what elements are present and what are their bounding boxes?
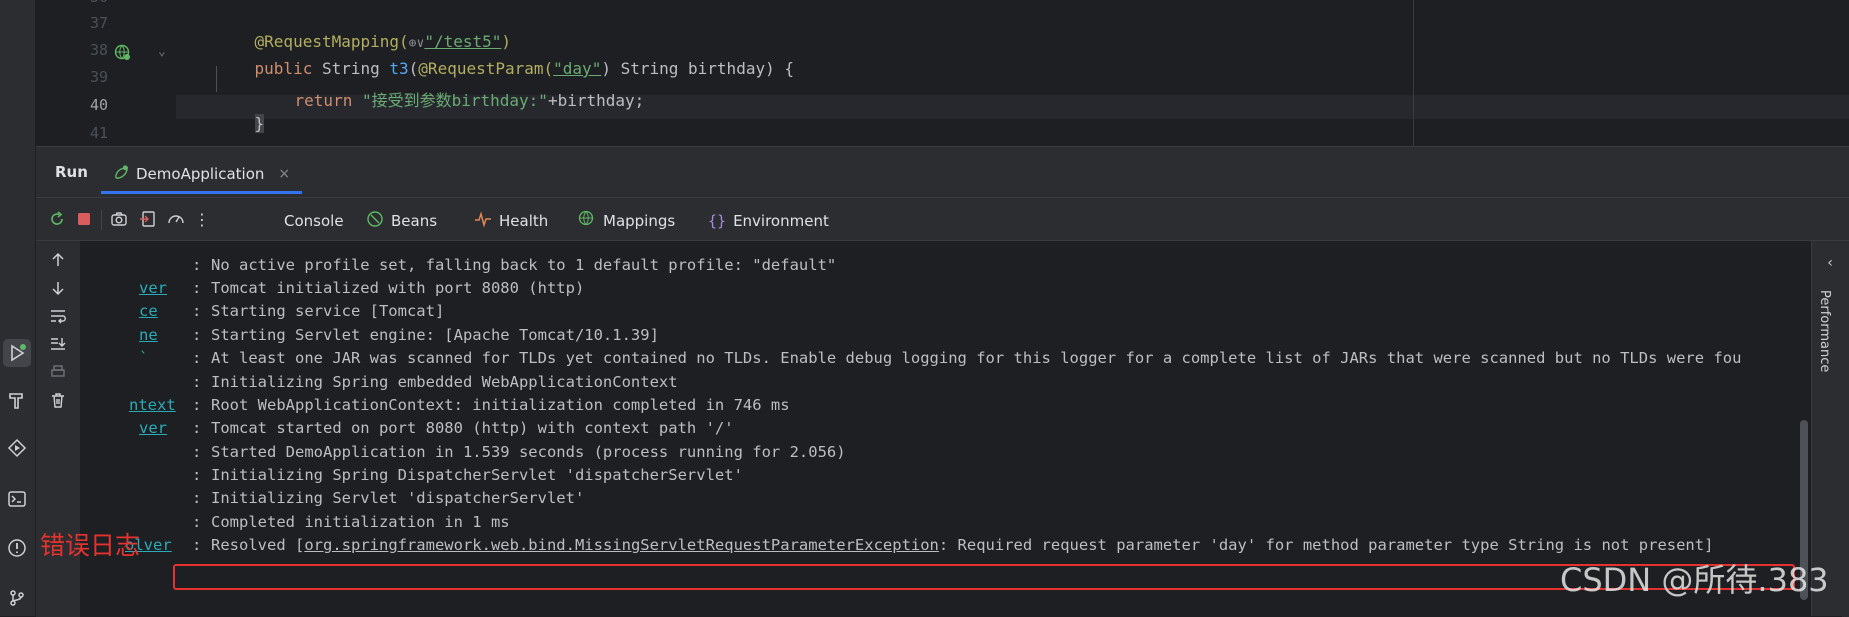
line-number: 41	[90, 124, 109, 142]
run-tool-icon[interactable]	[3, 339, 31, 367]
more-options-icon[interactable]: ⋮	[191, 208, 213, 230]
gauge-icon[interactable]	[165, 208, 187, 230]
line-number: 39	[90, 68, 109, 86]
line-number-36: 36	[90, 0, 140, 6]
run-toolbar: ⋮ Console Beans Health Mappings {} Envir…	[36, 198, 1849, 241]
log-line: ce: Starting service [Tomcat]	[139, 302, 445, 320]
watermark: CSDN @所待.383	[1560, 561, 1829, 599]
tab-mappings[interactable]: Mappings	[578, 210, 675, 232]
right-margin-guide	[1413, 0, 1414, 146]
tab-beans[interactable]: Beans	[366, 210, 437, 232]
log-line: ntext: Root WebApplicationContext: initia…	[129, 396, 790, 414]
scroll-to-end-icon[interactable]	[47, 333, 69, 355]
performance-panel-label[interactable]: Performance	[1817, 290, 1832, 372]
spring-boot-run-icon	[113, 164, 130, 185]
tab-health[interactable]: Health	[474, 210, 548, 232]
log-line: : Initializing Spring DispatcherServlet '…	[192, 466, 743, 484]
line-gutter: 36 37 38 39 40 41 ⌄	[36, 0, 176, 146]
left-tool-strip	[0, 0, 36, 616]
logger-link[interactable]: ver	[139, 279, 167, 297]
line-number-current: 40	[90, 96, 109, 114]
log-line: : Initializing Servlet 'dispatcherServlet…	[192, 489, 585, 507]
fold-chevron-icon[interactable]: ⌄	[158, 44, 166, 59]
log-line: : Completed initialization in 1 ms	[192, 513, 510, 531]
build-hammer-icon[interactable]	[3, 386, 31, 414]
services-icon[interactable]	[3, 434, 31, 462]
trash-icon[interactable]	[47, 389, 69, 411]
run-header: Run DemoApplication ×	[36, 147, 1849, 198]
print-icon[interactable]	[47, 361, 69, 383]
git-icon[interactable]	[3, 584, 31, 612]
indent-guide	[216, 66, 217, 92]
arrow-down-icon[interactable]	[47, 277, 69, 299]
mappings-globe-icon	[578, 210, 596, 232]
tab-environment[interactable]: {} Environment	[708, 210, 829, 232]
close-tab-icon[interactable]: ×	[278, 166, 290, 182]
tab-demo-application[interactable]: DemoApplication ×	[101, 157, 303, 194]
braces-icon: {}	[708, 212, 727, 230]
error-log-annotation: 错误日志	[40, 531, 141, 560]
logger-link[interactable]: ce	[139, 302, 158, 320]
exception-class-link[interactable]: org.springframework.web.bind.MissingServ…	[304, 536, 939, 554]
logger-link[interactable]: ntext	[129, 396, 176, 414]
logger-link[interactable]: ne	[139, 326, 158, 344]
log-line: `: At least one JAR was scanned for TLDs …	[139, 349, 1742, 367]
code-line-40: }	[254, 114, 265, 133]
log-line: ver: Tomcat initialized with port 8080 (h…	[139, 279, 585, 297]
error-highlight-box	[173, 564, 1795, 590]
logger-link[interactable]: ver	[139, 419, 167, 437]
line-number: 37	[90, 14, 109, 32]
soft-wrap-icon[interactable]	[47, 305, 69, 327]
problems-icon[interactable]	[3, 534, 31, 562]
run-tool-window: Run DemoApplication × ⋮ Console Beans He…	[36, 146, 1849, 617]
stop-icon[interactable]	[73, 208, 95, 230]
beans-icon	[366, 210, 384, 232]
log-line: ver: Tomcat started on port 8080 (http) w…	[139, 419, 734, 437]
arrow-up-icon[interactable]	[47, 249, 69, 271]
tab-console[interactable]: Console	[284, 210, 344, 232]
chevron-left-icon[interactable]: ‹	[1826, 255, 1834, 271]
terminal-icon[interactable]	[3, 485, 31, 513]
code-editor[interactable]: 36 37 38 39 40 41 ⌄ @RequestMapping(⊕∨"/…	[36, 0, 1849, 146]
log-line: ne: Starting Servlet engine: [Apache Tomc…	[139, 326, 659, 344]
log-line: : No active profile set, falling back to …	[192, 256, 837, 274]
run-title: Run	[55, 163, 88, 181]
log-line: : Started DemoApplication in 1.539 second…	[192, 443, 846, 461]
camera-icon[interactable]	[108, 208, 130, 230]
rerun-icon[interactable]	[46, 208, 68, 230]
tab-label: DemoApplication	[136, 165, 265, 183]
exit-icon[interactable]	[137, 208, 159, 230]
web-endpoint-gutter-icon[interactable]	[114, 44, 132, 62]
toolbar-divider	[101, 210, 102, 230]
health-pulse-icon	[474, 210, 492, 232]
log-line: : Initializing Spring embedded WebApplica…	[192, 373, 678, 391]
code-line-39: return "接受到参数birthday:"+birthday;	[294, 91, 645, 110]
